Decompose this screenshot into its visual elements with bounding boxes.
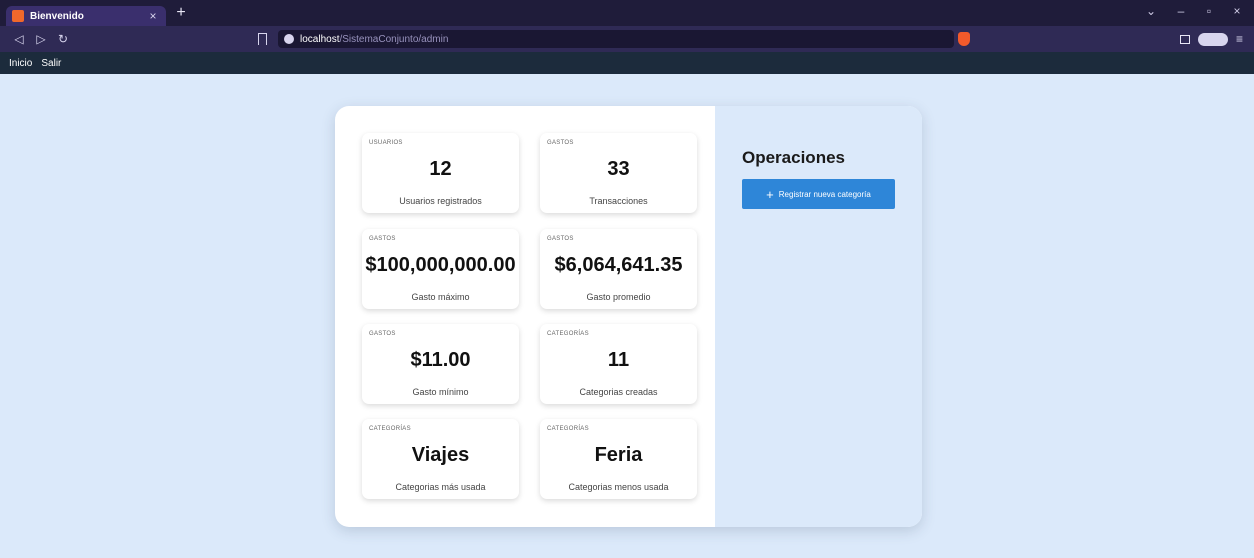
restore-window-button[interactable]: ▫: [1200, 4, 1218, 18]
stat-label: Categorias más usada: [395, 482, 486, 492]
stat-value: $100,000,000.00: [365, 254, 516, 276]
stat-card-categoria-mas-usada: CATEGORÍAS Viajes Categorias más usada: [362, 419, 519, 499]
stat-category: GASTOS: [547, 140, 574, 146]
reload-icon[interactable]: ↻: [56, 32, 70, 46]
plus-icon: +: [766, 186, 774, 202]
stat-value: 12: [429, 158, 452, 180]
stat-label: Transacciones: [589, 196, 648, 206]
brave-shields-icon[interactable]: [958, 32, 970, 46]
tab-close-icon[interactable]: ×: [146, 9, 160, 23]
stat-value: $6,064,641.35: [554, 254, 683, 276]
stat-card-categorias-creadas: CATEGORÍAS 11 Categorias creadas: [540, 324, 697, 404]
stat-label: Gasto mínimo: [412, 387, 469, 397]
stat-category: CATEGORÍAS: [547, 331, 589, 337]
stat-card-usuarios: USUARIOS 12 Usuarios registrados: [362, 133, 519, 213]
tab-title: Bienvenido: [30, 10, 84, 22]
back-icon[interactable]: ◁: [12, 32, 26, 46]
stat-card-gasto-promedio: GASTOS $6,064,641.35 Gasto promedio: [540, 229, 697, 309]
stat-label: Categorias creadas: [579, 387, 658, 397]
profile-icon[interactable]: [1198, 33, 1228, 46]
stat-label: Gasto promedio: [586, 292, 651, 302]
operations-pane: Operaciones + Registrar nueva categoría: [715, 106, 922, 527]
stat-label: Gasto máximo: [411, 292, 470, 302]
url-path: /SistemaConjunto/admin: [339, 33, 449, 45]
stat-card-gasto-minimo: GASTOS $11.00 Gasto mínimo: [362, 324, 519, 404]
close-window-button[interactable]: ×: [1228, 4, 1246, 18]
operations-title: Operaciones: [742, 148, 845, 167]
url-host: localhost: [300, 33, 340, 45]
site-favicon-icon: [12, 10, 24, 22]
stat-category: USUARIOS: [369, 140, 403, 146]
register-category-label: Registrar nueva categoría: [778, 189, 871, 199]
stat-label: Usuarios registrados: [399, 196, 482, 206]
stat-value: 33: [607, 158, 630, 180]
stat-label: Categorias menos usada: [568, 482, 669, 492]
browser-tab-bar: Bienvenido × + ⌄ – ▫ ×: [0, 0, 1254, 26]
minimize-window-button[interactable]: –: [1172, 4, 1190, 18]
bookmark-icon[interactable]: [258, 33, 267, 45]
nav-link-salir[interactable]: Salir: [41, 58, 61, 69]
stat-card-transacciones: GASTOS 33 Transacciones: [540, 133, 697, 213]
browser-menu-icon[interactable]: ≡: [1236, 32, 1243, 46]
stat-value: 11: [607, 349, 630, 371]
register-category-button[interactable]: + Registrar nueva categoría: [742, 179, 895, 209]
stat-category: GASTOS: [369, 331, 396, 337]
sidebar-toggle-icon[interactable]: [1180, 35, 1190, 44]
url-input[interactable]: localhost /SistemaConjunto/admin: [278, 30, 954, 48]
stat-category: CATEGORÍAS: [369, 426, 411, 432]
stat-category: CATEGORÍAS: [547, 426, 589, 432]
stat-category: GASTOS: [547, 236, 574, 242]
browser-tab[interactable]: Bienvenido ×: [6, 6, 166, 26]
stats-pane: USUARIOS 12 Usuarios registrados GASTOS …: [335, 106, 715, 527]
site-info-icon[interactable]: [284, 34, 294, 44]
stat-category: GASTOS: [369, 236, 396, 242]
stat-value: $11.00: [410, 349, 471, 371]
stat-value: Viajes: [411, 444, 470, 466]
tab-list-chevron-icon[interactable]: ⌄: [1142, 4, 1160, 18]
admin-dashboard-card: USUARIOS 12 Usuarios registrados GASTOS …: [335, 106, 922, 527]
stat-card-gasto-maximo: GASTOS $100,000,000.00 Gasto máximo: [362, 229, 519, 309]
new-tab-button[interactable]: +: [172, 4, 190, 22]
browser-address-bar: ◁ ▷ ↻ localhost /SistemaConjunto/admin ≡: [0, 26, 1254, 52]
site-navbar: Inicio Salir: [0, 52, 1254, 74]
stat-card-categoria-menos-usada: CATEGORÍAS Feria Categorias menos usada: [540, 419, 697, 499]
forward-icon[interactable]: ▷: [34, 32, 48, 46]
stat-value: Feria: [594, 444, 643, 466]
nav-link-inicio[interactable]: Inicio: [9, 58, 32, 69]
